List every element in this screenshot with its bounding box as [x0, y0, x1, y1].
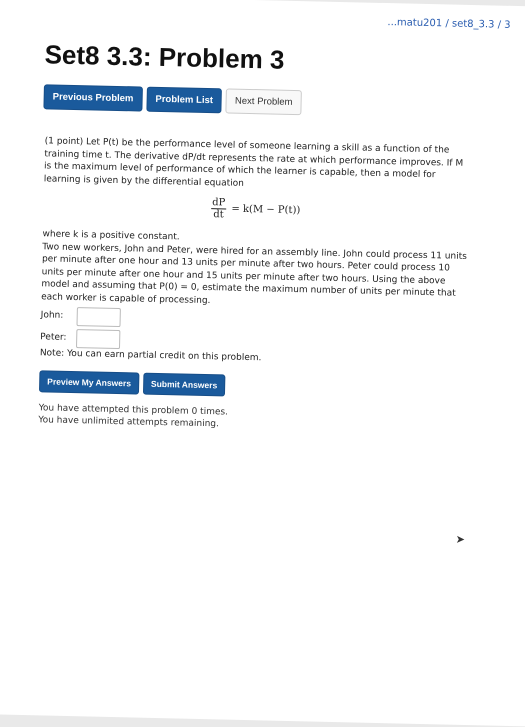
breadcrumb[interactable]: ...matu201 / set8_3.3 / 3 [387, 17, 510, 31]
peter-label: Peter: [40, 332, 67, 344]
submit-answers-button[interactable]: Submit Answers [142, 372, 226, 397]
eq-numerator: dP [211, 197, 227, 210]
problem-intro: (1 point) Let P(t) be the performance le… [43, 136, 464, 189]
problem-nav: Previous Problem Problem List Next Probl… [43, 84, 302, 116]
next-problem-button[interactable]: Next Problem [225, 88, 302, 116]
peter-answer-input[interactable] [75, 329, 121, 350]
john-label: John: [40, 310, 64, 322]
eq-rhs: = k(M − P(t)) [231, 203, 301, 217]
previous-problem-button[interactable]: Previous Problem [43, 84, 143, 112]
preview-answers-button[interactable]: Preview My Answers [38, 369, 140, 395]
derivative-fraction: dP dt [211, 197, 227, 220]
problem-list-button[interactable]: Problem List [146, 86, 223, 114]
problem-body: (1 point) Let P(t) be the performance le… [38, 135, 469, 436]
answer-actions: Preview My Answers Submit Answers [38, 369, 464, 402]
page-title: Set8 3.3: Problem 3 [44, 39, 285, 75]
eq-denominator: dt [213, 209, 224, 221]
mouse-cursor-icon: ➤ [455, 532, 466, 546]
problem-text: Two new workers, John and Peter, were hi… [41, 241, 467, 306]
differential-equation: dP dt = k(M − P(t)) [43, 193, 468, 226]
problem-page: ...matu201 / set8_3.3 / 3 Set8 3.3: Prob… [0, 0, 525, 727]
john-answer-input[interactable] [76, 307, 121, 328]
attempt-status: You have attempted this problem 0 times.… [38, 402, 463, 436]
